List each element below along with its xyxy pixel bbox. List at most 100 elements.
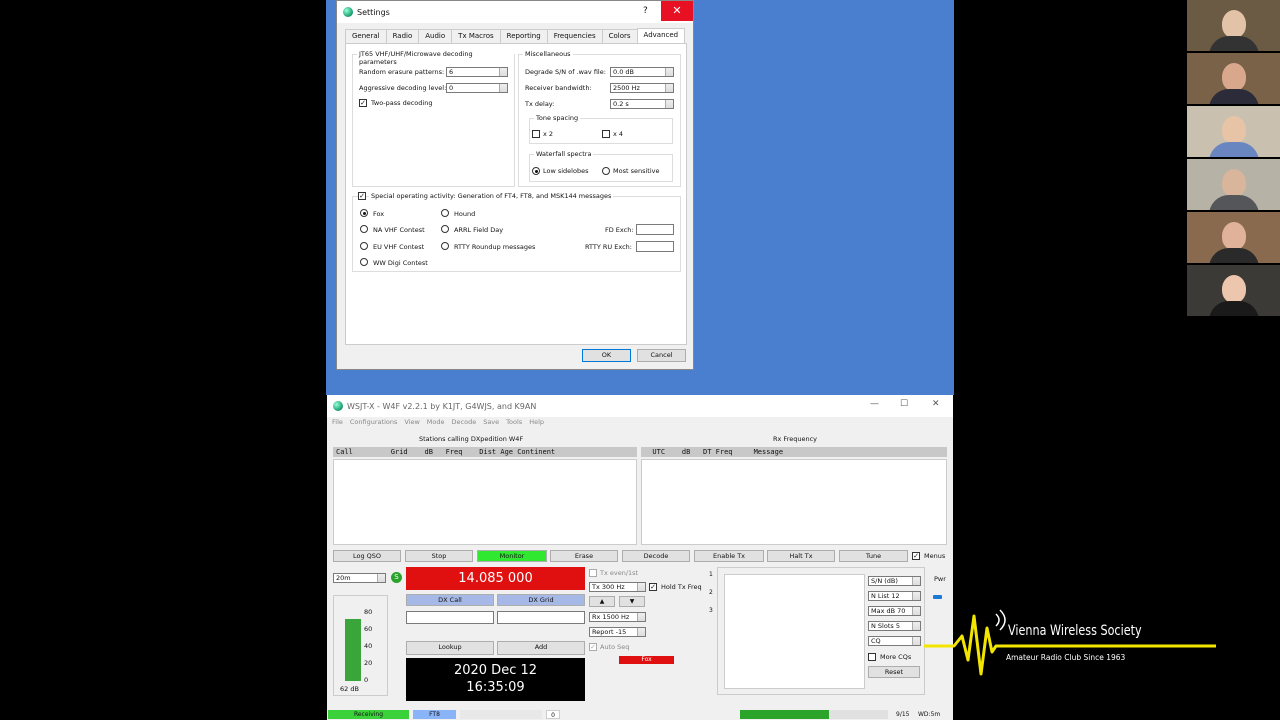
left-panel-title: Stations calling DXpedition W4F bbox=[419, 435, 524, 443]
eu-vhf-contest-label: EU VHF Contest bbox=[373, 243, 425, 251]
tab-1[interactable]: 1 bbox=[709, 571, 713, 578]
more-cqs-checkbox[interactable] bbox=[868, 653, 876, 661]
signal-meter-bar bbox=[345, 619, 361, 681]
maximize-button[interactable]: ☐ bbox=[900, 399, 908, 409]
menu-file[interactable]: File bbox=[332, 418, 343, 426]
menus-checkbox[interactable]: ✓ bbox=[912, 552, 920, 560]
x4-checkbox[interactable] bbox=[602, 130, 610, 138]
stop-button[interactable]: Stop bbox=[405, 550, 473, 562]
pwr-slider-handle[interactable] bbox=[933, 595, 942, 599]
tx-even-checkbox[interactable] bbox=[589, 569, 597, 577]
low-sidelobes-label: Low sidelobes bbox=[543, 167, 589, 175]
stations-calling-list[interactable] bbox=[333, 459, 637, 545]
eu-vhf-contest-radio[interactable] bbox=[360, 242, 368, 250]
rtty-roundup-label: RTTY Roundup messages bbox=[454, 243, 536, 251]
tab-general[interactable]: General bbox=[345, 29, 387, 43]
period-progress-fill bbox=[740, 710, 829, 719]
na-vhf-contest-radio[interactable] bbox=[360, 225, 368, 233]
band-select[interactable]: 20m bbox=[333, 573, 386, 583]
x2-checkbox[interactable] bbox=[532, 130, 540, 138]
rtty-roundup-radio[interactable] bbox=[441, 242, 449, 250]
tx-up-arrow-button[interactable]: ▲ bbox=[589, 596, 615, 607]
tab-reporting[interactable]: Reporting bbox=[499, 29, 548, 43]
report-spinbox[interactable]: Report -15 bbox=[589, 627, 646, 637]
settings-tabs: General Radio Audio Tx Macros Reporting … bbox=[345, 28, 686, 43]
participant-video-3 bbox=[1187, 106, 1280, 157]
tab-3[interactable]: 3 bbox=[709, 607, 713, 614]
n-slots-spinbox[interactable]: N Slots 5 bbox=[868, 621, 921, 631]
lookup-button[interactable]: Lookup bbox=[406, 641, 494, 655]
rx-frequency-list[interactable] bbox=[641, 459, 947, 545]
menu-mode[interactable]: Mode bbox=[427, 418, 445, 426]
minimize-button[interactable]: — bbox=[870, 399, 879, 409]
participant-video-1 bbox=[1187, 0, 1280, 51]
tab-advanced[interactable]: Advanced bbox=[636, 28, 686, 43]
dial-frequency-display[interactable]: 14.085 000 bbox=[406, 567, 585, 590]
menu-decode[interactable]: Decode bbox=[452, 418, 477, 426]
add-button[interactable]: Add bbox=[497, 641, 585, 655]
tune-button[interactable]: Tune bbox=[839, 550, 908, 562]
participant-face bbox=[1222, 10, 1246, 38]
random-erasure-spinbox[interactable]: 6 bbox=[446, 67, 508, 77]
n-list-spinbox[interactable]: N List 12 bbox=[868, 591, 921, 601]
decode-button[interactable]: Decode bbox=[622, 550, 690, 562]
aggressive-level-spinbox[interactable]: 0 bbox=[446, 83, 508, 93]
monitor-button[interactable]: Monitor bbox=[477, 550, 547, 562]
menu-configurations[interactable]: Configurations bbox=[350, 418, 397, 426]
tab-tx-macros[interactable]: Tx Macros bbox=[451, 29, 501, 43]
advanced-tab-pane: JT65 VHF/UHF/Microwave decoding paramete… bbox=[345, 43, 687, 345]
tab-2[interactable]: 2 bbox=[709, 589, 713, 596]
enable-tx-button[interactable]: Enable Tx bbox=[694, 550, 764, 562]
tx-down-arrow-button[interactable]: ▼ bbox=[619, 596, 645, 607]
reset-button[interactable]: Reset bbox=[868, 666, 920, 678]
ww-digi-contest-radio[interactable] bbox=[360, 258, 368, 266]
auto-seq-checkbox[interactable]: ✓ bbox=[589, 643, 597, 651]
fox-radio[interactable] bbox=[360, 209, 368, 217]
erase-button[interactable]: Erase bbox=[550, 550, 618, 562]
most-sensitive-radio[interactable] bbox=[602, 167, 610, 175]
meter-tick-20: 20 bbox=[364, 659, 373, 667]
two-pass-label: Two-pass decoding bbox=[371, 99, 433, 107]
tab-frequencies[interactable]: Frequencies bbox=[546, 29, 603, 43]
ok-button[interactable]: OK bbox=[582, 349, 631, 362]
help-button[interactable]: ? bbox=[643, 6, 648, 16]
fd-exch-input[interactable] bbox=[636, 224, 674, 235]
mode-status: FT8 bbox=[413, 710, 456, 719]
x4-label: x 4 bbox=[613, 130, 624, 138]
cq-select[interactable]: CQ bbox=[868, 636, 921, 646]
halt-tx-button[interactable]: Halt Tx bbox=[767, 550, 835, 562]
rtty-exch-input[interactable] bbox=[636, 241, 674, 252]
max-db-spinbox[interactable]: Max dB 70 bbox=[868, 606, 921, 616]
dx-call-input[interactable] bbox=[406, 611, 494, 624]
menu-save[interactable]: Save bbox=[483, 418, 499, 426]
degrade-sn-spinbox[interactable]: 0.0 dB bbox=[610, 67, 674, 77]
log-qso-button[interactable]: Log QSO bbox=[333, 550, 401, 562]
hold-tx-freq-checkbox[interactable]: ✓ bbox=[649, 583, 657, 591]
tx-delay-spinbox[interactable]: 0.2 s bbox=[610, 99, 674, 109]
fox-queue-list[interactable] bbox=[724, 574, 865, 689]
hound-radio[interactable] bbox=[441, 209, 449, 217]
right-panel-title: Rx Frequency bbox=[773, 435, 818, 443]
tab-radio[interactable]: Radio bbox=[385, 29, 420, 43]
arrl-field-day-radio[interactable] bbox=[441, 225, 449, 233]
participant-body bbox=[1209, 301, 1259, 316]
sn-sort-select[interactable]: S/N (dB) bbox=[868, 576, 921, 586]
two-pass-checkbox[interactable]: ✓ bbox=[359, 99, 367, 107]
window-close-button[interactable]: ✕ bbox=[932, 399, 940, 409]
menu-tools[interactable]: Tools bbox=[506, 418, 522, 426]
menu-view[interactable]: View bbox=[404, 418, 419, 426]
tx-freq-spinbox[interactable]: Tx 300 Hz bbox=[589, 582, 646, 592]
low-sidelobes-radio[interactable] bbox=[532, 167, 540, 175]
cancel-button[interactable]: Cancel bbox=[637, 349, 686, 362]
close-button[interactable]: ✕ bbox=[661, 1, 693, 21]
tab-audio[interactable]: Audio bbox=[418, 29, 453, 43]
period-progress-label: 9/15 bbox=[896, 711, 910, 718]
special-activity-checkbox[interactable]: ✓ bbox=[358, 192, 366, 200]
dx-grid-input[interactable] bbox=[497, 611, 585, 624]
participant-face bbox=[1222, 169, 1246, 197]
rx-freq-spinbox[interactable]: Rx 1500 Hz bbox=[589, 612, 646, 622]
receiver-bandwidth-spinbox[interactable]: 2500 Hz bbox=[610, 83, 674, 93]
menu-help[interactable]: Help bbox=[529, 418, 544, 426]
tab-colors[interactable]: Colors bbox=[601, 29, 638, 43]
participant-video-5 bbox=[1187, 212, 1280, 263]
